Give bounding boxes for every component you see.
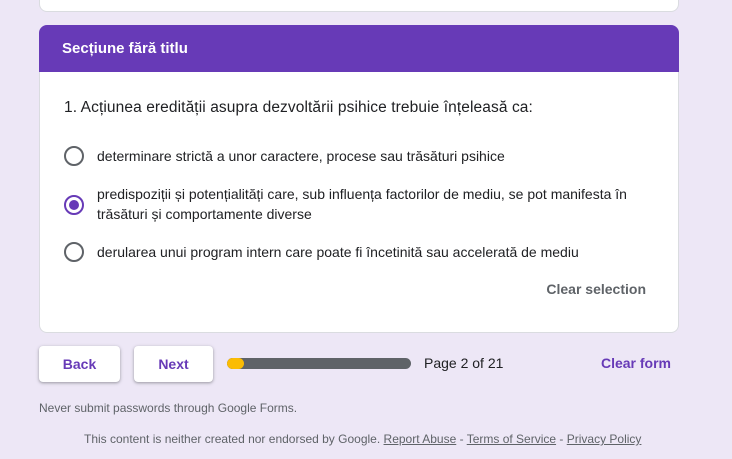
page-indicator: Page 2 of 21 (424, 355, 504, 371)
terms-of-service-link[interactable]: Terms of Service (467, 432, 556, 446)
section-title: Secțiune fără titlu (62, 40, 188, 57)
privacy-policy-link[interactable]: Privacy Policy (567, 432, 642, 446)
radio-option-3[interactable]: derularea unui program intern care poate… (64, 242, 654, 262)
question-title: 1. Acțiunea eredității asupra dezvoltări… (64, 99, 533, 116)
option-label: determinare strictă a unor caractere, pr… (97, 148, 505, 164)
option-label: predispoziții și potențialități care, su… (97, 186, 627, 222)
report-abuse-link[interactable]: Report Abuse (384, 432, 457, 446)
section-header: Secțiune fără titlu (39, 25, 679, 73)
next-button[interactable]: Next (134, 346, 213, 382)
clear-selection-button[interactable]: Clear selection (546, 281, 646, 297)
option-label: derularea unui program intern care poate… (97, 244, 579, 260)
disclaimer-text: This content is neither created nor endo… (84, 432, 381, 446)
clear-form-button[interactable]: Clear form (601, 355, 671, 371)
back-button[interactable]: Back (39, 346, 120, 382)
footer-separator: - (556, 432, 567, 446)
progress-bar (227, 358, 411, 369)
radio-option-2[interactable]: predispoziții și potențialități care, su… (64, 184, 654, 224)
password-warning: Never submit passwords through Google Fo… (39, 401, 298, 415)
footer-separator: - (456, 432, 467, 446)
radio-option-1[interactable]: determinare strictă a unor caractere, pr… (64, 146, 654, 166)
question-card: 1. Acțiunea eredității asupra dezvoltări… (39, 72, 679, 333)
radio-button-checked[interactable] (64, 195, 84, 215)
previous-section-card (39, 0, 679, 12)
radio-button[interactable] (64, 242, 84, 262)
progress-bar-fill (227, 358, 245, 369)
radio-button[interactable] (64, 146, 84, 166)
footer: This content is neither created nor endo… (84, 432, 641, 446)
